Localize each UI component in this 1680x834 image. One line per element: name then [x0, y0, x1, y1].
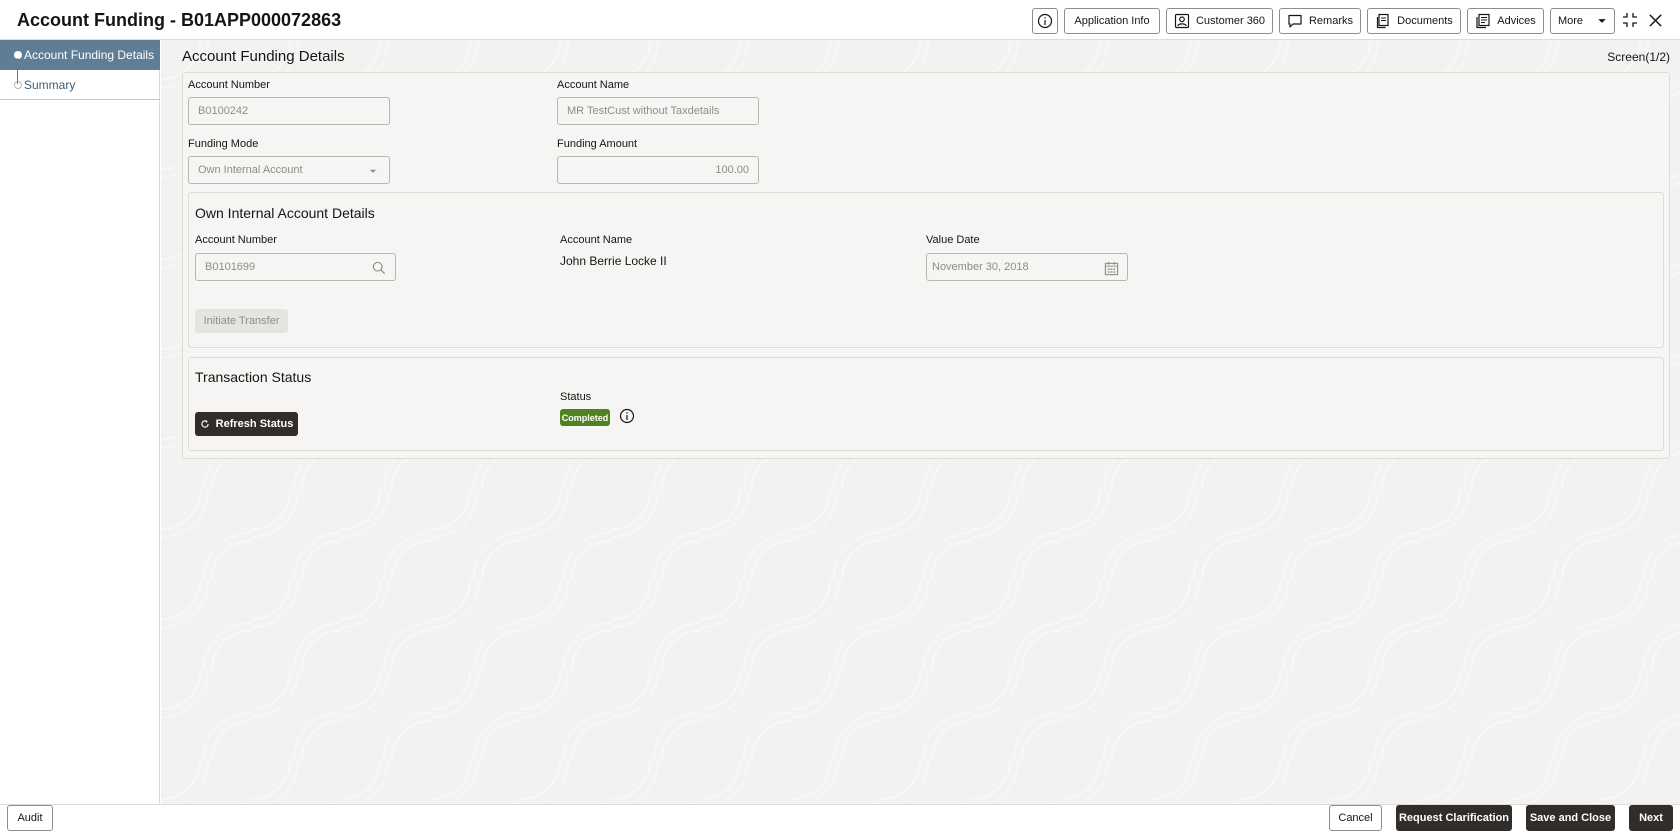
advices-icon — [1476, 13, 1490, 29]
info-button[interactable] — [1032, 8, 1058, 34]
funding-amount-label: Funding Amount — [557, 138, 638, 150]
documents-icon — [1377, 13, 1389, 29]
value-date-label: Value Date — [926, 234, 980, 246]
own-account-number-field[interactable]: B0101699 — [195, 253, 396, 281]
advices-label: Advices — [1497, 15, 1536, 27]
value-date-value: November 30, 2018 — [932, 261, 1029, 273]
funding-amount-field[interactable]: 100.00 — [557, 156, 759, 184]
status-label: Status — [560, 391, 592, 403]
section-title: Account Funding Details — [182, 48, 345, 65]
initiate-transfer-button[interactable]: Initiate Transfer — [195, 309, 288, 333]
account-name-field[interactable]: MR TestCust without Taxdetails — [557, 97, 759, 125]
cancel-button[interactable]: Cancel — [1329, 805, 1382, 831]
minimize-icon — [1623, 13, 1637, 27]
save-and-close-button[interactable]: Save and Close — [1526, 805, 1615, 831]
refresh-status-button[interactable]: Refresh Status — [195, 412, 298, 436]
funding-mode-select[interactable]: Own Internal Account — [188, 156, 390, 184]
account-number-label: Account Number — [188, 79, 270, 91]
dropdown-arrow-icon — [365, 163, 381, 179]
close-button[interactable] — [1645, 10, 1665, 30]
info-icon — [1037, 13, 1053, 29]
transaction-status-panel — [188, 357, 1664, 451]
own-account-title: Own Internal Account Details — [195, 205, 375, 221]
sidebar-item-label: Summary — [24, 78, 76, 92]
customer-360-label: Customer 360 — [1195, 15, 1266, 27]
request-clarification-button[interactable]: Request Clarification — [1396, 805, 1512, 831]
transaction-status-title: Transaction Status — [195, 369, 312, 385]
step-pending-icon — [14, 81, 22, 89]
sidebar-item-summary[interactable]: Summary — [0, 70, 160, 100]
refresh-status-label: Refresh Status — [215, 418, 294, 430]
account-name-label: Account Name — [557, 79, 630, 91]
calendar-icon[interactable] — [1103, 260, 1119, 276]
next-button[interactable]: Next — [1629, 805, 1673, 831]
refresh-icon — [201, 419, 209, 428]
remarks-button[interactable]: Remarks — [1279, 8, 1361, 34]
screen-counter: Screen(1/2) — [1607, 50, 1670, 64]
comment-icon — [1288, 14, 1302, 28]
audit-button[interactable]: Audit — [7, 805, 53, 831]
account-number-field[interactable]: B0100242 — [188, 97, 390, 125]
more-button[interactable]: More — [1550, 8, 1615, 34]
sidebar-item-account-funding-details[interactable]: Account Funding Details — [0, 40, 160, 70]
funding-mode-label: Funding Mode — [188, 138, 259, 150]
value-date-field[interactable]: November 30, 2018 — [926, 253, 1128, 281]
app-header: Account Funding - B01APP000072863 Applic… — [0, 0, 1680, 40]
own-account-number-label: Account Number — [195, 234, 277, 246]
application-info-button[interactable]: Application Info — [1064, 8, 1160, 34]
status-badge: Completed — [560, 409, 610, 426]
own-account-name-value: John Berrie Locke II — [560, 254, 667, 268]
documents-label: Documents — [1397, 15, 1453, 27]
funding-mode-value: Own Internal Account — [198, 164, 303, 176]
sidebar-item-label: Account Funding Details — [24, 48, 155, 62]
close-icon — [1648, 13, 1662, 27]
search-icon[interactable] — [371, 260, 387, 276]
page-title: Account Funding - B01APP000072863 — [17, 10, 342, 30]
own-account-name-label: Account Name — [560, 234, 633, 246]
advices-button[interactable]: Advices — [1467, 8, 1544, 34]
remarks-label: Remarks — [1308, 15, 1353, 27]
minimize-button[interactable] — [1620, 10, 1640, 30]
documents-button[interactable]: Documents — [1367, 8, 1461, 34]
caret-down-icon — [1598, 19, 1606, 23]
more-label: More — [1557, 15, 1584, 27]
customer-icon — [1174, 13, 1190, 29]
step-connector — [17, 58, 18, 84]
step-active-icon — [14, 51, 22, 59]
application-info-label: Application Info — [1074, 15, 1150, 27]
own-account-number-value: B0101699 — [205, 261, 256, 273]
status-info-icon[interactable] — [619, 408, 635, 424]
sidebar: Account Funding Details Summary — [0, 40, 160, 804]
customer-360-button[interactable]: Customer 360 — [1166, 8, 1273, 34]
sidebar-divider — [0, 99, 160, 100]
